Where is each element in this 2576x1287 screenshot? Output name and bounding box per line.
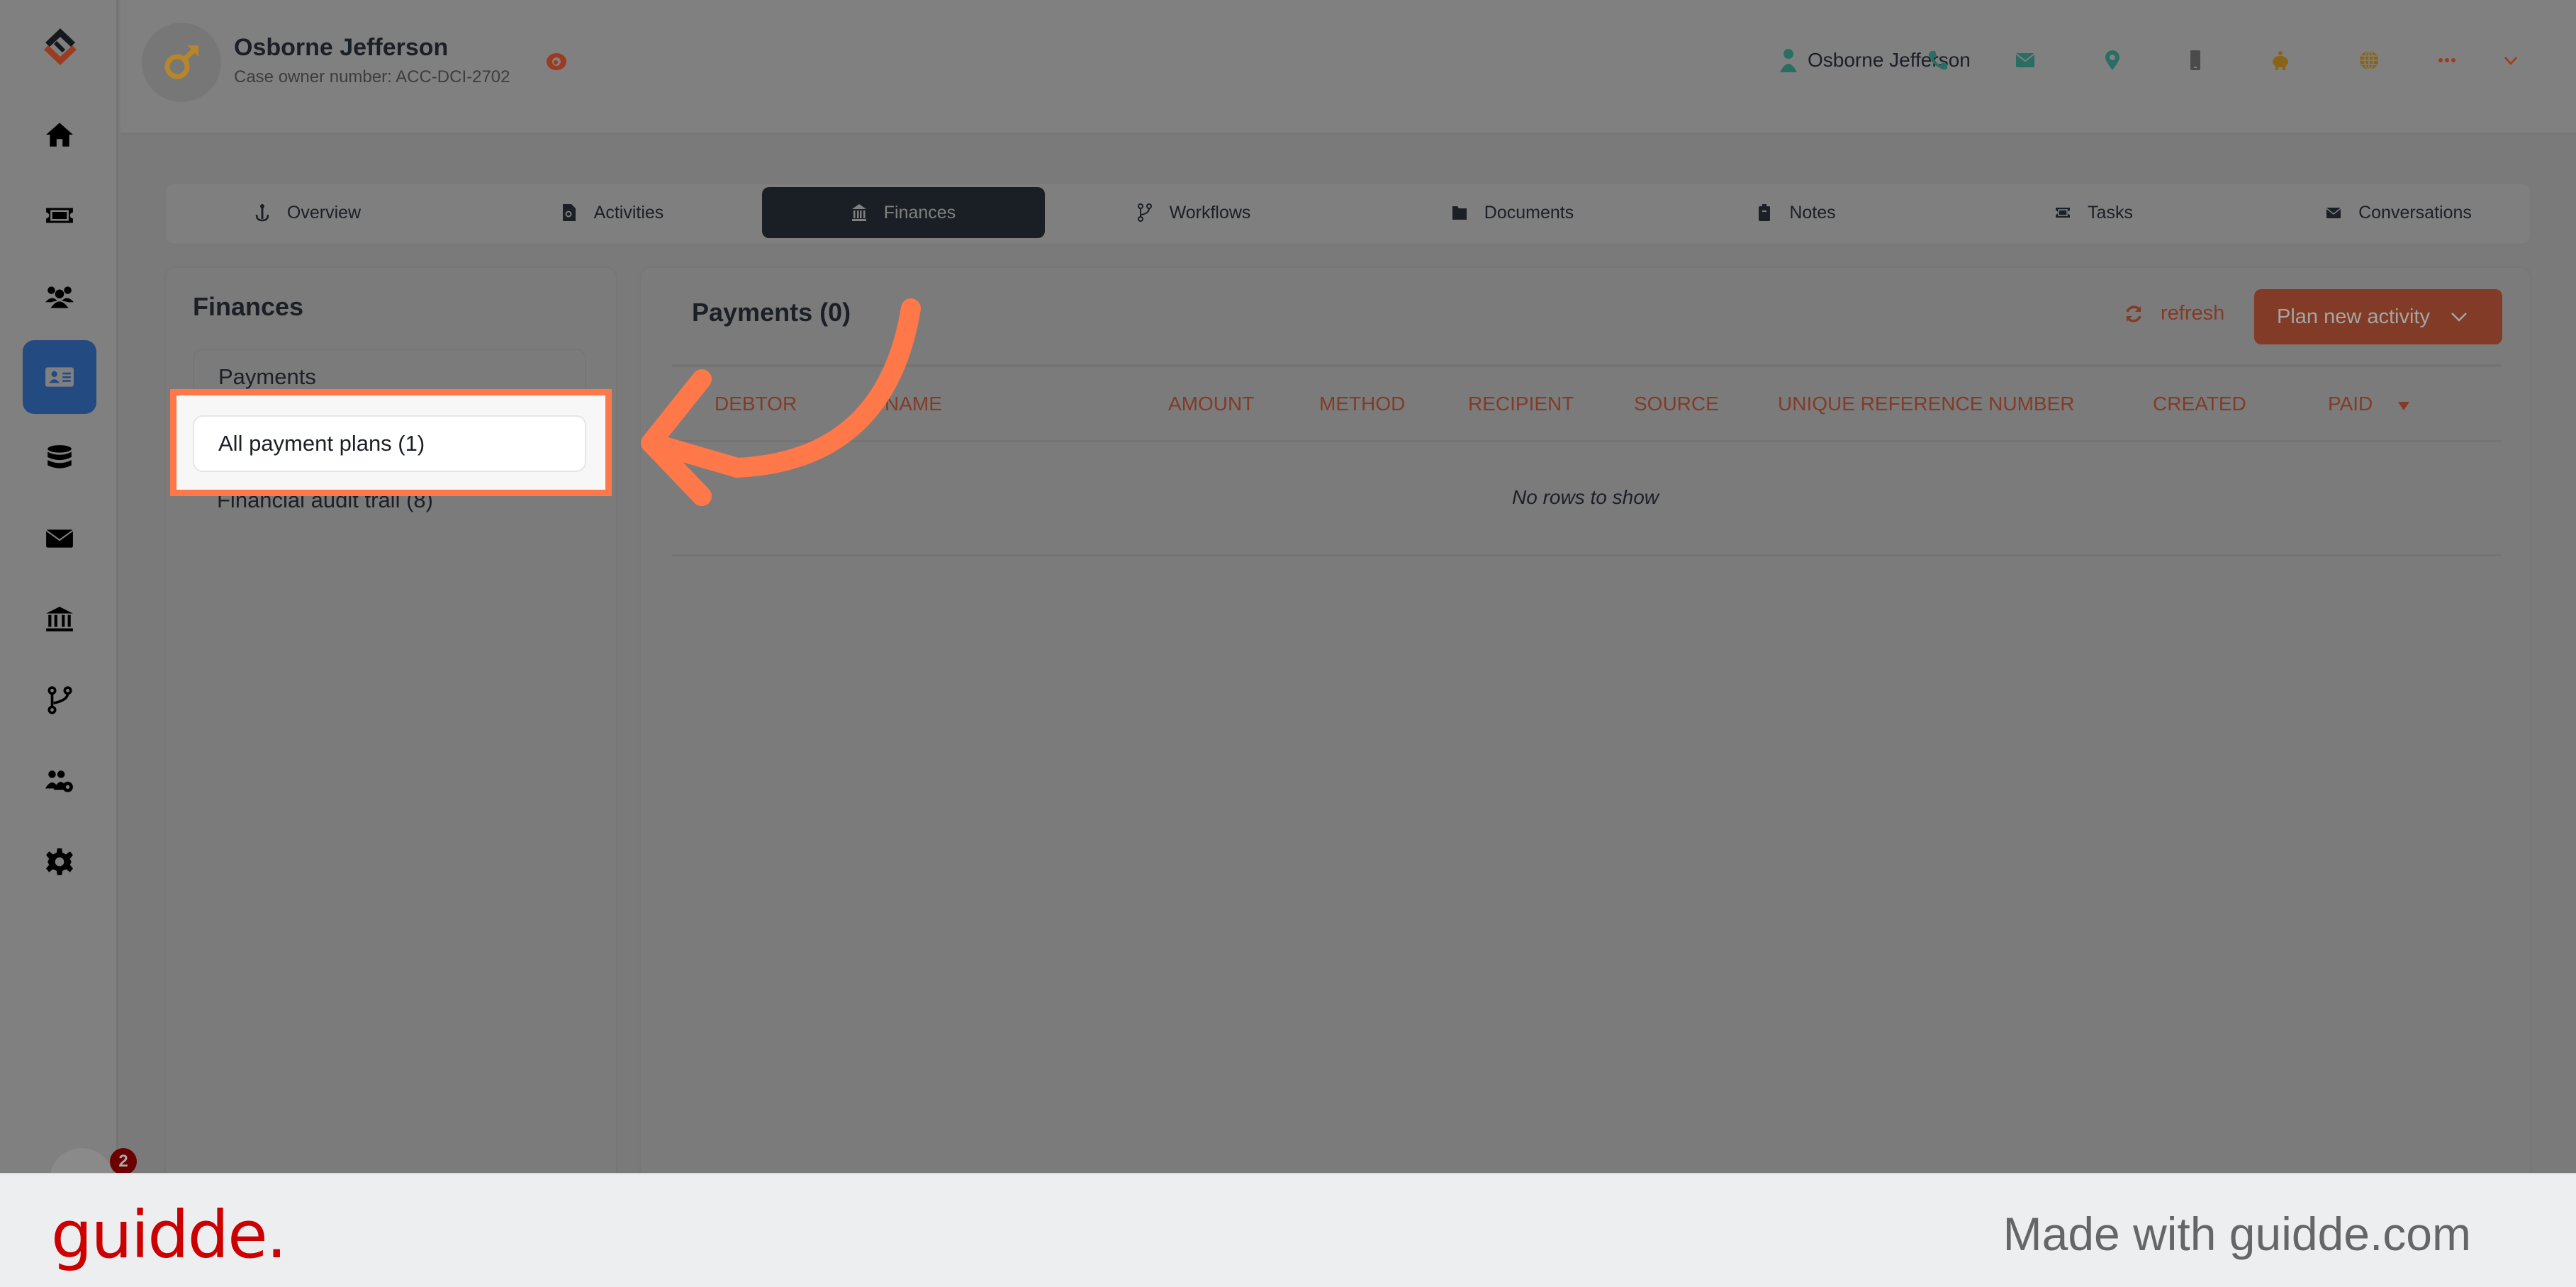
rail-people[interactable] [23, 259, 96, 333]
user-icon [1780, 49, 1797, 72]
tab-tasks[interactable]: Tasks [2023, 187, 2165, 238]
tab-overview[interactable]: Overview [223, 187, 393, 238]
empty-table-message: No rows to show [1512, 486, 1659, 508]
folder-icon [1452, 206, 1467, 220]
guidde-footer: guidde. Made with guidde.com [0, 1173, 2576, 1287]
rail-mail[interactable] [23, 502, 96, 575]
rail-database[interactable] [23, 421, 96, 495]
payments-title: Payments (0) [692, 298, 851, 327]
phone-icon [1929, 51, 1947, 70]
anchor-icon [255, 204, 269, 222]
column-header-source[interactable]: SOURCE [1634, 393, 1719, 415]
envelope-icon [2326, 208, 2341, 218]
mobile-button[interactable] [2183, 48, 2207, 72]
rail-finance[interactable] [23, 583, 96, 656]
column-header-recipient[interactable]: RECIPIENT [1468, 393, 1574, 415]
code-branch-icon [1137, 203, 1152, 222]
envelope-icon [2015, 53, 2035, 67]
case-header: Osborne Jefferson Case owner number: ACC… [121, 0, 2576, 135]
nav-item-all-payment-plans[interactable]: All payment plans (1) [193, 415, 586, 472]
guidde-logo: guidde. [51, 1197, 287, 1273]
eye-icon[interactable] [544, 50, 569, 74]
mobile-icon [2190, 50, 2200, 70]
finances-nav-title: Finances [193, 292, 304, 321]
app-logo-icon[interactable] [35, 21, 85, 71]
tab-conversations[interactable]: Conversations [2292, 187, 2505, 238]
users-icon [45, 286, 74, 308]
clipboard-icon [1759, 204, 1771, 221]
table-header-divider [672, 440, 2501, 442]
id-card-icon [45, 367, 74, 387]
finance-button[interactable] [2268, 48, 2292, 72]
refresh-button[interactable]: refresh [2124, 302, 2224, 325]
database-icon [47, 445, 72, 468]
globe-icon [2360, 50, 2378, 70]
piggy-bank-icon [2273, 51, 2288, 70]
sort-descending-icon[interactable] [2397, 401, 2410, 411]
website-button[interactable] [2357, 48, 2381, 72]
code-branch-icon [47, 686, 72, 714]
case-tabs: Overview Activities Finances Workflows D… [166, 184, 2530, 243]
rail-user-management[interactable] [23, 744, 96, 818]
chevron-down-icon [2451, 313, 2467, 322]
rail-home[interactable] [23, 98, 96, 172]
phone-button[interactable] [1926, 48, 1950, 72]
male-gender-icon [164, 45, 198, 79]
bank-icon [851, 204, 866, 221]
case-owner-number: Case owner number: ACC-DCI-2702 [234, 67, 510, 86]
email-button[interactable] [2013, 48, 2037, 72]
ellipsis-icon [2438, 58, 2455, 62]
tab-workflows[interactable]: Workflows [1109, 187, 1279, 238]
column-header-paid[interactable]: PAID [2328, 393, 2373, 415]
users-gear-icon [45, 770, 73, 792]
case-avatar [142, 23, 221, 102]
gear-icon [46, 848, 73, 875]
payments-panel: Payments (0) refresh Plan new activity D… [641, 268, 2530, 1182]
made-with-guidde: Made with guidde.com [2003, 1208, 2471, 1260]
left-nav-rail: 2 [0, 0, 137, 1212]
rail-settings[interactable] [23, 825, 96, 899]
column-header-name[interactable]: NAME [885, 393, 942, 415]
table-top-divider [672, 364, 2501, 367]
address-button[interactable] [2100, 48, 2124, 72]
rail-tickets[interactable] [23, 179, 96, 252]
chevron-down-icon [2504, 57, 2517, 65]
ticket-icon [46, 208, 73, 223]
column-header-amount[interactable]: AMOUNT [1168, 393, 1254, 415]
refresh-label: refresh [2161, 302, 2225, 325]
column-header-unique-reference-number[interactable]: UNIQUE REFERENCE NUMBER [1778, 393, 2074, 415]
ticket-icon [2056, 208, 2071, 218]
plan-new-activity-label: Plan new activity [2277, 305, 2430, 328]
map-marker-icon [2105, 50, 2119, 70]
tab-notes[interactable]: Notes [1725, 187, 1867, 238]
tab-activities[interactable]: Activities [527, 187, 698, 238]
table-bottom-divider [672, 554, 2501, 556]
bank-icon [46, 607, 73, 631]
file-search-icon [562, 204, 576, 221]
case-name: Osborne Jefferson [234, 34, 449, 61]
home-icon [46, 123, 73, 147]
tab-finances[interactable]: Finances [762, 187, 1045, 238]
tab-documents[interactable]: Documents [1413, 187, 1612, 238]
refresh-icon [2126, 305, 2141, 322]
more-options-button[interactable] [2435, 48, 2459, 72]
plan-new-activity-button[interactable]: Plan new activity [2254, 289, 2502, 344]
notification-badge: 2 [110, 1148, 137, 1175]
envelope-icon [45, 529, 74, 548]
column-header-debtor[interactable]: DEBTOR [715, 393, 797, 415]
expand-header-button[interactable] [2499, 48, 2523, 72]
column-header-method[interactable]: METHOD [1319, 393, 1405, 415]
rail-cases[interactable] [23, 340, 96, 414]
rail-workflows[interactable] [23, 663, 96, 737]
column-header-created[interactable]: CREATED [2153, 393, 2246, 415]
